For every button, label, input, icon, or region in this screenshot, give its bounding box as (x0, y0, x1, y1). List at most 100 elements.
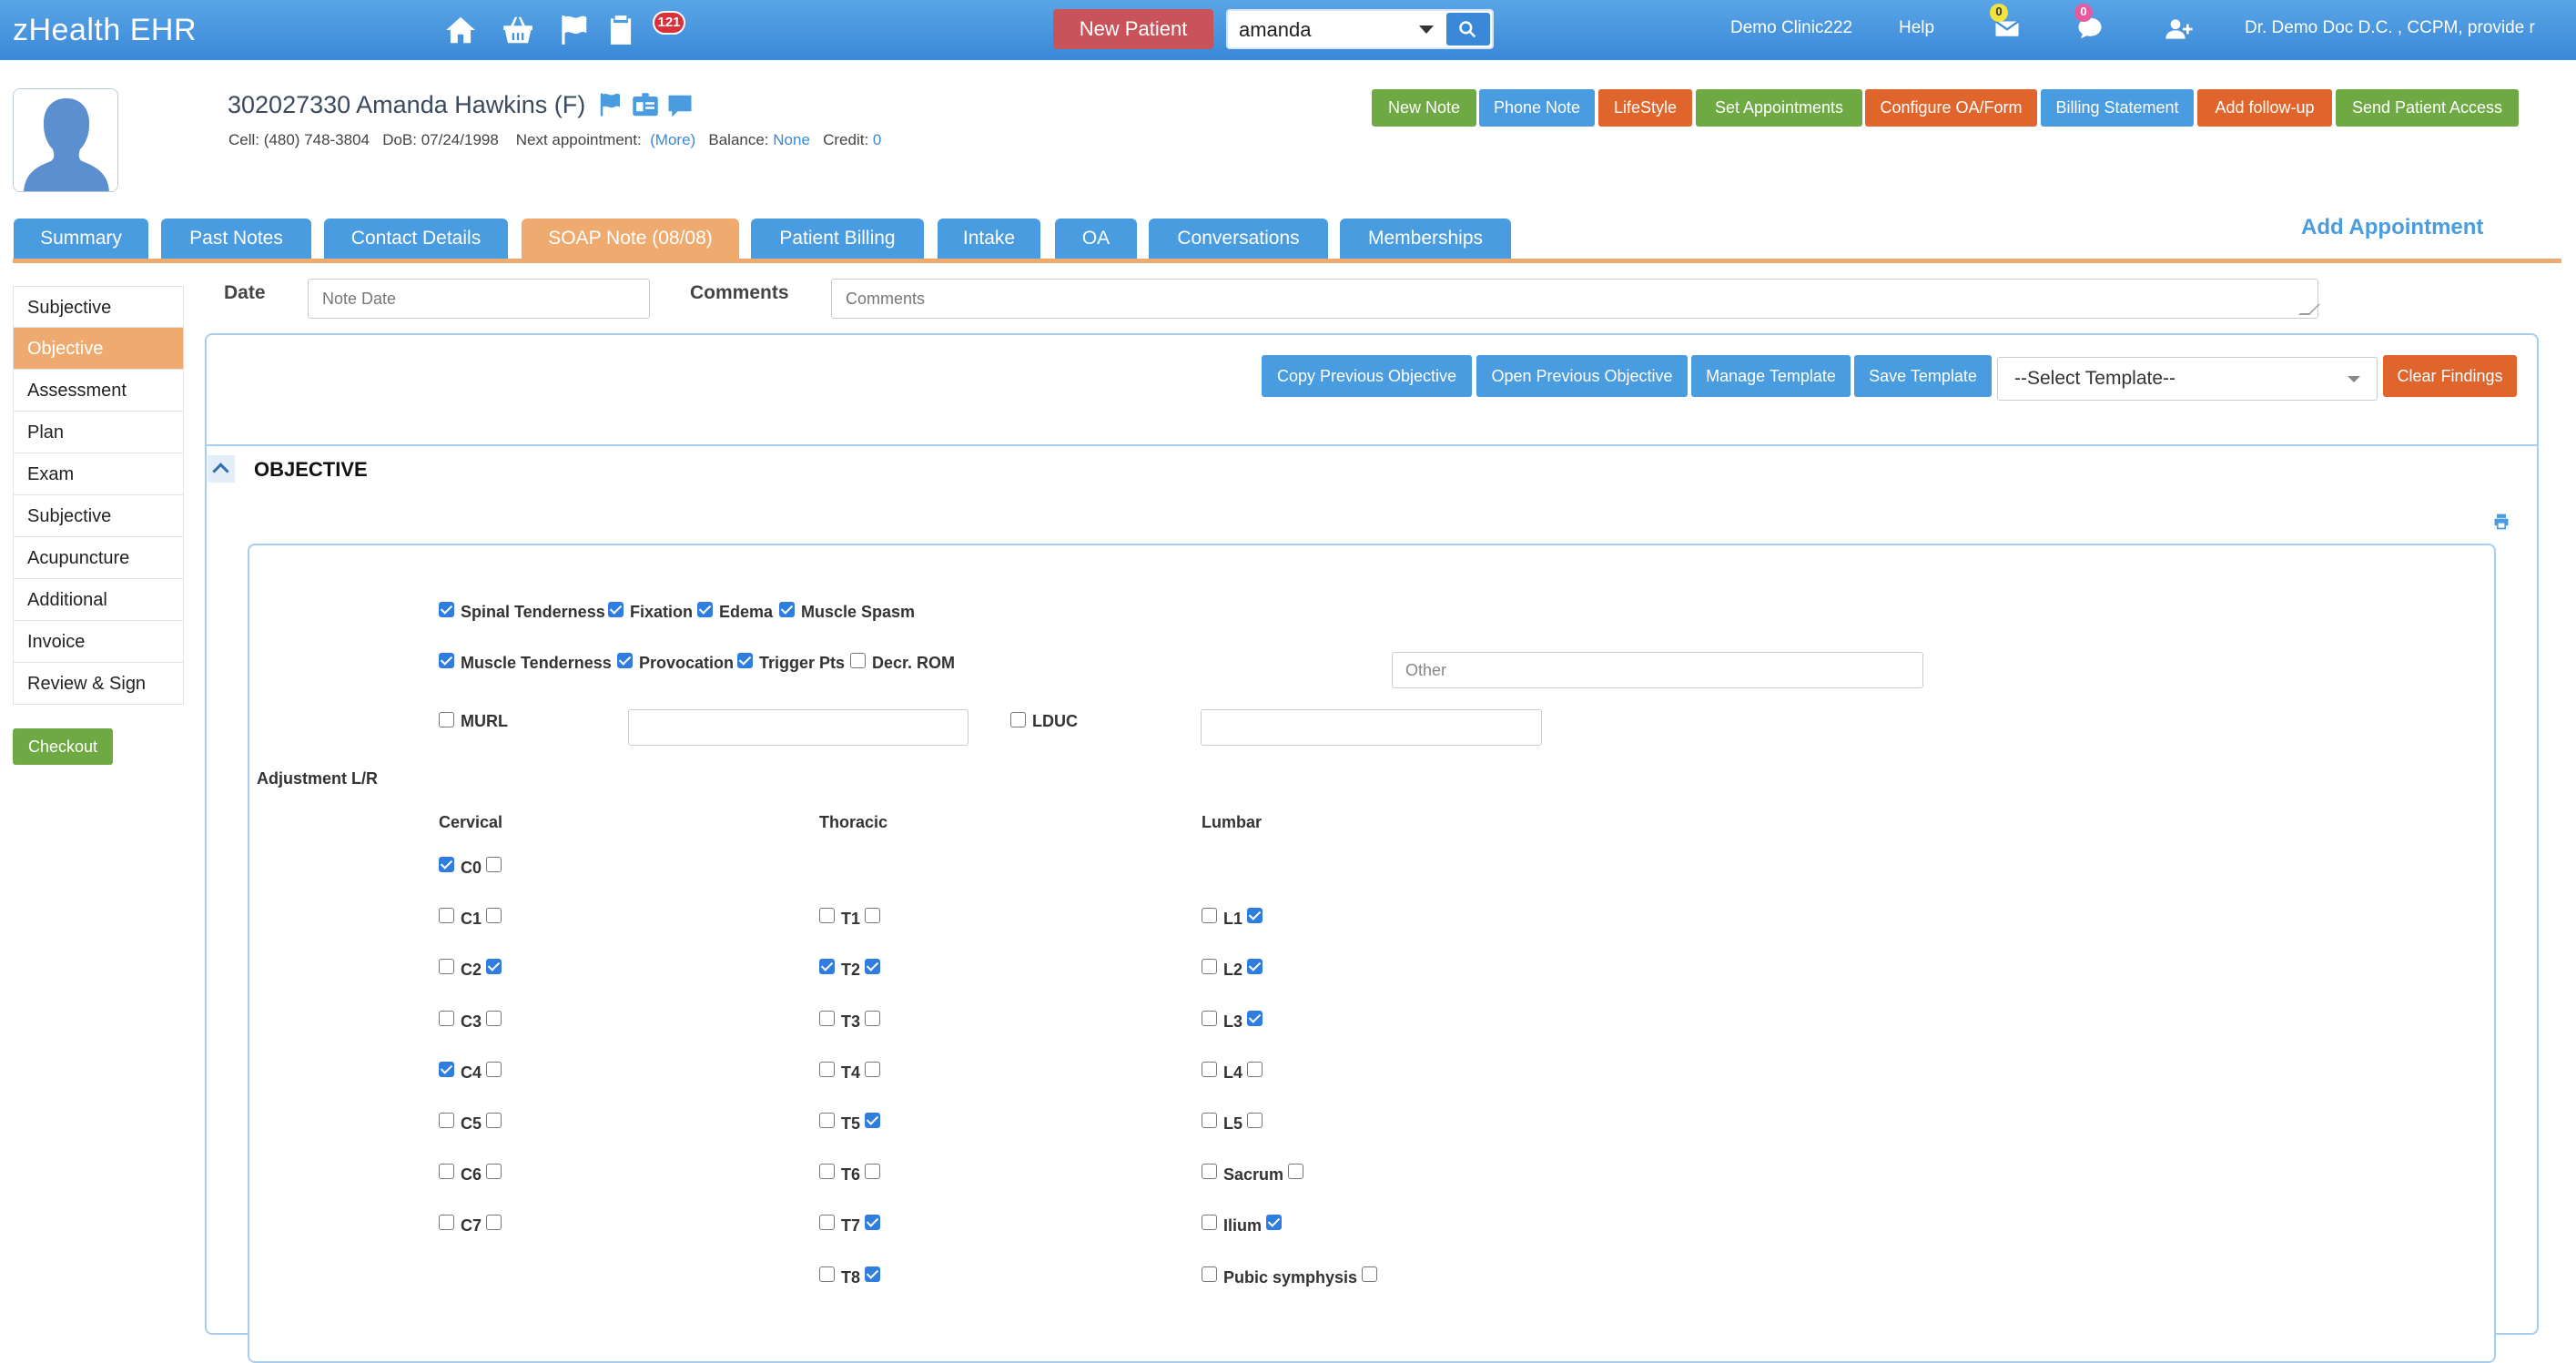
save-template-button[interactable]: Save Template (1854, 355, 1992, 397)
c5-left-checkbox[interactable] (439, 1113, 454, 1128)
basket-icon[interactable] (501, 13, 535, 47)
c7-left-checkbox[interactable] (439, 1215, 454, 1230)
t5-left-checkbox[interactable] (819, 1113, 835, 1128)
app-brand[interactable]: zHealth EHR (13, 13, 197, 48)
t3-left-checkbox[interactable] (819, 1011, 835, 1026)
id-card-icon[interactable] (632, 93, 659, 118)
comment-icon[interactable] (666, 93, 694, 118)
help-link[interactable]: Help (1899, 18, 1934, 38)
configure-oa-form-button[interactable]: Configure OA/Form (1865, 89, 2037, 127)
flag-icon[interactable] (597, 91, 624, 118)
lduc-checkbox[interactable] (1010, 712, 1026, 727)
sidebar-item-exam[interactable]: Exam (13, 453, 184, 495)
t4-right-checkbox[interactable] (865, 1062, 880, 1077)
open-previous-objective-button[interactable]: Open Previous Objective (1476, 355, 1688, 397)
sidebar-item-plan[interactable]: Plan (13, 412, 184, 453)
sidebar-item-review-sign[interactable]: Review & Sign (13, 663, 184, 705)
clear-findings-button[interactable]: Clear Findings (2383, 355, 2517, 397)
l1-right-checkbox[interactable] (1247, 908, 1263, 923)
provocation-checkbox[interactable] (617, 653, 633, 668)
home-icon[interactable] (443, 13, 478, 47)
balance-link[interactable]: None (773, 131, 810, 148)
chevron-down-icon[interactable] (1410, 11, 1443, 47)
sidebar-item-invoice[interactable]: Invoice (13, 621, 184, 663)
new-note-button[interactable]: New Note (1372, 89, 1476, 127)
c4-left-checkbox[interactable] (439, 1062, 454, 1077)
t5-right-checkbox[interactable] (865, 1113, 880, 1128)
decr-rom-checkbox[interactable] (850, 653, 866, 668)
muscle-spasm-checkbox[interactable] (779, 602, 795, 617)
c3-right-checkbox[interactable] (486, 1011, 502, 1026)
sidebar-item-subjective[interactable]: Subjective (13, 495, 184, 537)
l4-left-checkbox[interactable] (1202, 1062, 1217, 1077)
other-findings-input[interactable]: Other (1392, 652, 1923, 688)
t3-right-checkbox[interactable] (865, 1011, 880, 1026)
sidebar-item-objective[interactable]: Objective (13, 328, 184, 370)
ilium-right-checkbox[interactable] (1266, 1215, 1282, 1230)
copy-previous-objective-button[interactable]: Copy Previous Objective (1262, 355, 1472, 397)
tab-conversations[interactable]: Conversations (1149, 219, 1328, 259)
chevron-up-icon[interactable] (208, 455, 235, 483)
pubic-symphysis-left-checkbox[interactable] (1202, 1266, 1217, 1282)
t7-left-checkbox[interactable] (819, 1215, 835, 1230)
murl-checkbox[interactable] (439, 712, 454, 727)
c6-right-checkbox[interactable] (486, 1164, 502, 1179)
t6-left-checkbox[interactable] (819, 1164, 835, 1179)
sidebar-item-assessment[interactable]: Assessment (13, 370, 184, 412)
l5-left-checkbox[interactable] (1202, 1113, 1217, 1128)
pubic-symphysis-right-checkbox[interactable] (1362, 1266, 1377, 1282)
billing-statement-button[interactable]: Billing Statement (2041, 89, 2194, 127)
c1-left-checkbox[interactable] (439, 908, 454, 923)
manage-template-button[interactable]: Manage Template (1691, 355, 1851, 397)
c2-right-checkbox[interactable] (486, 959, 502, 974)
add-user-icon[interactable] (2165, 15, 2194, 44)
note-date-field[interactable]: Note Date (308, 279, 650, 319)
new-patient-button[interactable]: New Patient (1053, 9, 1213, 49)
template-select[interactable]: --Select Template-- (1997, 357, 2378, 401)
ilium-left-checkbox[interactable] (1202, 1215, 1217, 1230)
flag-icon[interactable] (556, 13, 591, 47)
next-appointment-more-link[interactable]: (More) (650, 131, 695, 148)
credit-link[interactable]: 0 (873, 131, 881, 148)
c7-right-checkbox[interactable] (486, 1215, 502, 1230)
lduc-input[interactable] (1201, 709, 1542, 746)
l4-right-checkbox[interactable] (1247, 1062, 1263, 1077)
l3-right-checkbox[interactable] (1247, 1011, 1263, 1026)
c4-right-checkbox[interactable] (486, 1062, 502, 1077)
user-menu[interactable]: Dr. Demo Doc D.C. , CCPM, provide r (2245, 18, 2535, 38)
t2-right-checkbox[interactable] (865, 959, 880, 974)
c0-left-checkbox[interactable] (439, 857, 454, 872)
spinal-tenderness-checkbox[interactable] (439, 602, 454, 617)
send-patient-access-button[interactable]: Send Patient Access (2336, 89, 2519, 127)
l3-left-checkbox[interactable] (1202, 1011, 1217, 1026)
phone-note-button[interactable]: Phone Note (1479, 89, 1595, 127)
lifestyle-button[interactable]: LifeStyle (1598, 89, 1692, 127)
t2-left-checkbox[interactable] (819, 959, 835, 974)
add-appointment-link[interactable]: Add Appointment (2301, 215, 2483, 240)
sidebar-item-additional[interactable]: Additional (13, 579, 184, 621)
c5-right-checkbox[interactable] (486, 1113, 502, 1128)
l5-right-checkbox[interactable] (1247, 1113, 1263, 1128)
c6-left-checkbox[interactable] (439, 1164, 454, 1179)
tab-patient-billing[interactable]: Patient Billing (751, 219, 924, 259)
fixation-checkbox[interactable] (608, 602, 624, 617)
c0-right-checkbox[interactable] (486, 857, 502, 872)
muscle-tenderness-checkbox[interactable] (439, 653, 454, 668)
t7-right-checkbox[interactable] (865, 1215, 880, 1230)
edema-checkbox[interactable] (697, 602, 713, 617)
tab-memberships[interactable]: Memberships (1340, 219, 1511, 259)
murl-input[interactable] (628, 709, 969, 746)
tab-summary[interactable]: Summary (14, 219, 148, 259)
l1-left-checkbox[interactable] (1202, 908, 1217, 923)
clinic-name[interactable]: Demo Clinic222 (1730, 18, 1852, 38)
set-appointments-button[interactable]: Set Appointments (1696, 89, 1862, 127)
t6-right-checkbox[interactable] (865, 1164, 880, 1179)
t8-left-checkbox[interactable] (819, 1266, 835, 1282)
tab-past-notes[interactable]: Past Notes (161, 219, 311, 259)
resize-handle[interactable] (2298, 304, 2320, 315)
t1-left-checkbox[interactable] (819, 908, 835, 923)
tab-intake[interactable]: Intake (938, 219, 1040, 259)
tab-contact-details[interactable]: Contact Details (324, 219, 508, 259)
patient-search-input[interactable] (1239, 18, 1403, 42)
t1-right-checkbox[interactable] (865, 908, 880, 923)
